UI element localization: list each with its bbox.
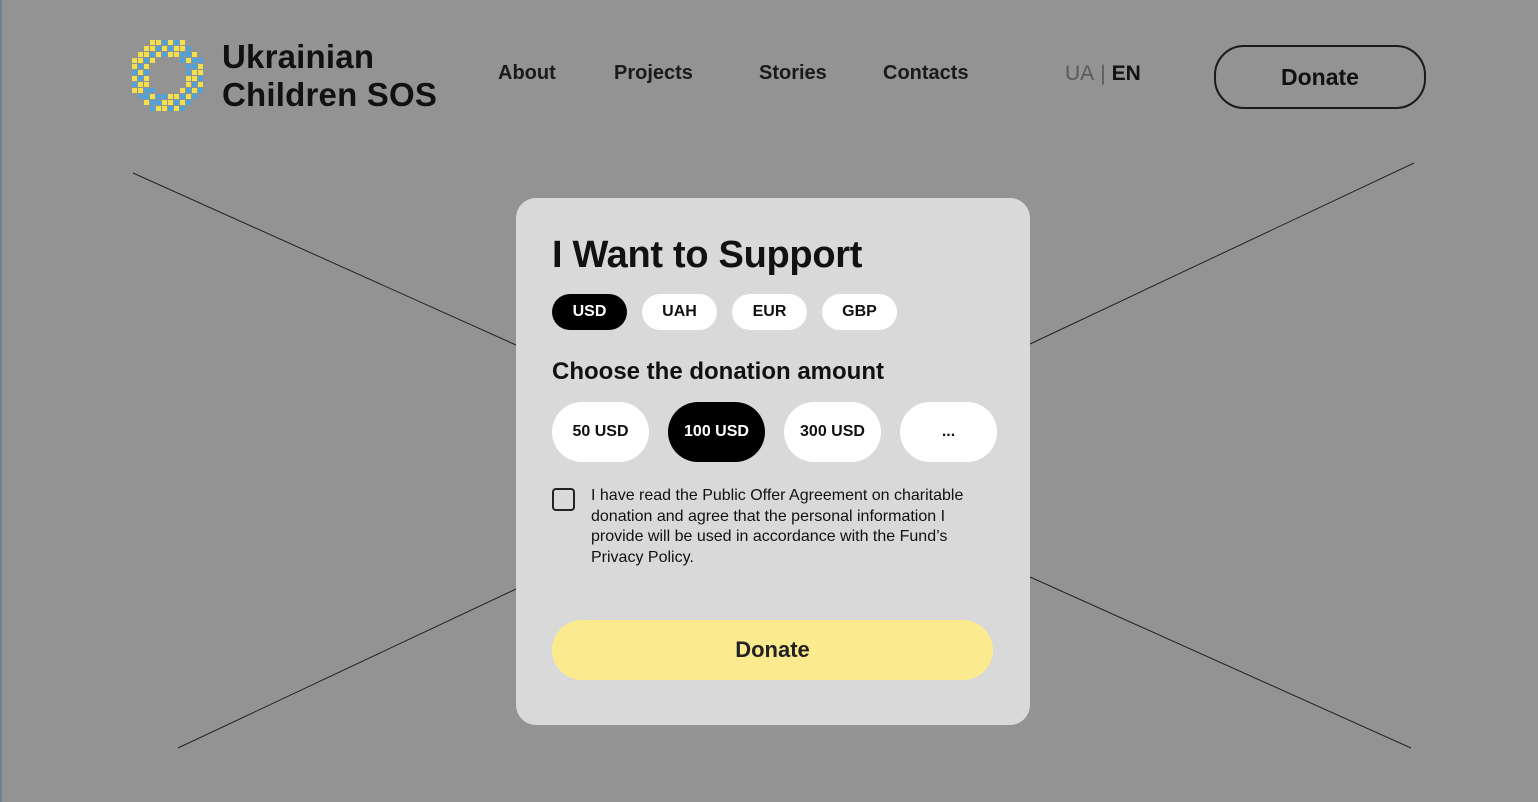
lang-separator: | bbox=[1100, 62, 1106, 85]
modal-donate-button[interactable]: Donate bbox=[552, 620, 993, 680]
modal-title: I Want to Support bbox=[552, 234, 863, 276]
amount-300[interactable]: 300 USD bbox=[784, 402, 881, 462]
nav-stories[interactable]: Stories bbox=[759, 62, 827, 85]
logo-wordmark: Ukrainian Children SOS bbox=[222, 38, 437, 114]
amount-50[interactable]: 50 USD bbox=[552, 402, 649, 462]
header-donate-button[interactable]: Donate bbox=[1214, 45, 1426, 109]
currency-usd[interactable]: USD bbox=[552, 294, 627, 330]
lang-ua[interactable]: UA bbox=[1065, 62, 1094, 85]
nav-projects[interactable]: Projects bbox=[614, 62, 693, 85]
agreement-checkbox[interactable] bbox=[552, 488, 575, 511]
agreement-text: I have read the Public Offer Agreement o… bbox=[591, 487, 964, 566]
currency-selector: USD UAH EUR GBP bbox=[552, 294, 897, 330]
amount-custom[interactable]: ... bbox=[900, 402, 997, 462]
language-switcher: UA | EN bbox=[1065, 62, 1141, 86]
agreement: I have read the Public Offer Agreement o… bbox=[552, 486, 992, 568]
lang-en[interactable]: EN bbox=[1112, 62, 1141, 85]
logo-line-1: Ukrainian bbox=[222, 38, 375, 75]
nav-about[interactable]: About bbox=[498, 62, 556, 85]
amount-heading: Choose the donation amount bbox=[552, 358, 884, 385]
site-logo[interactable]: Ukrainian Children SOS bbox=[132, 38, 437, 114]
donation-modal: I Want to Support USD UAH EUR GBP Choose… bbox=[516, 198, 1030, 725]
amount-selector: 50 USD 100 USD 300 USD ... bbox=[552, 402, 997, 462]
currency-gbp[interactable]: GBP bbox=[822, 294, 897, 330]
nav-contacts[interactable]: Contacts bbox=[883, 62, 969, 85]
logo-line-2: Children SOS bbox=[222, 76, 438, 113]
currency-uah[interactable]: UAH bbox=[642, 294, 717, 330]
currency-eur[interactable]: EUR bbox=[732, 294, 807, 330]
amount-100[interactable]: 100 USD bbox=[668, 402, 765, 462]
pixel-wreath-icon bbox=[132, 40, 203, 111]
